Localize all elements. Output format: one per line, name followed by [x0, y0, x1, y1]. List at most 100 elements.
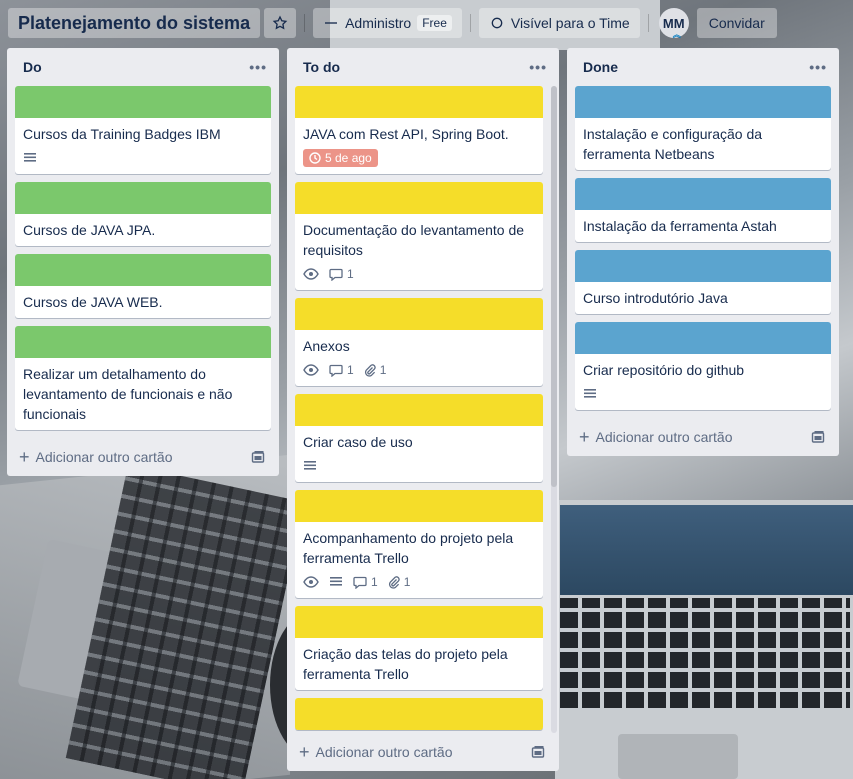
card[interactable] — [295, 698, 543, 730]
team-icon — [323, 15, 339, 31]
avatar[interactable]: MM ︽ — [658, 8, 689, 39]
eye-icon — [303, 364, 319, 376]
card[interactable]: Cursos de JAVA WEB. — [15, 254, 271, 318]
visibility-button[interactable]: Visível para o Time — [478, 8, 640, 38]
comment-count: 1 — [347, 267, 354, 281]
eye-icon — [303, 268, 319, 280]
card-cover — [295, 182, 543, 214]
card-badges — [583, 384, 823, 404]
scrollbar-thumb[interactable] — [551, 86, 557, 488]
card[interactable]: Anexos 1 1 — [295, 298, 543, 386]
card-cover — [575, 322, 831, 354]
card-cover — [295, 298, 543, 330]
more-icon[interactable]: ••• — [529, 59, 547, 75]
visibility-label: Visível para o Time — [510, 15, 630, 31]
header-divider — [469, 14, 471, 32]
card[interactable]: Cursos da Training Badges IBM — [15, 86, 271, 174]
add-card-button[interactable]: + Adicionar outro cartão — [19, 448, 172, 466]
star-button[interactable] — [264, 8, 297, 38]
card-cover — [575, 250, 831, 282]
board-title[interactable]: Platenejamento do sistema — [8, 8, 261, 38]
card-template-icon[interactable] — [251, 450, 265, 464]
card-badges: 1 — [303, 264, 535, 284]
card-cover — [15, 86, 271, 118]
team-button[interactable]: Administro Free — [313, 8, 462, 38]
add-card-row: + Adicionar outro cartão — [567, 418, 839, 456]
card[interactable]: Instalação e configuração da ferramenta … — [575, 86, 831, 170]
card-cover — [15, 182, 271, 214]
card-list: JAVA com Rest API, Spring Boot. 5 de ago… — [287, 86, 559, 733]
card-title: Realizar um detalhamento do levantamento… — [23, 366, 233, 422]
add-card-button[interactable]: + Adicionar outro cartão — [299, 743, 452, 761]
admin-chevron-icon: ︽ — [672, 30, 681, 39]
card-title: Criar repositório do github — [583, 362, 745, 378]
comment-icon — [329, 268, 343, 281]
card[interactable]: Documentação do levantamento de requisit… — [295, 182, 543, 290]
card[interactable]: Acompanhamento do projeto pela ferrament… — [295, 490, 543, 598]
card-title: Cursos da Training Badges IBM — [23, 126, 221, 142]
card-title: Acompanhamento do projeto pela ferrament… — [303, 530, 514, 566]
attachment-badge: 1 — [388, 575, 411, 589]
due-date-badge[interactable]: 5 de ago — [303, 149, 378, 167]
card-cover — [295, 606, 543, 638]
card-template-icon[interactable] — [531, 745, 545, 759]
card-cover — [15, 254, 271, 286]
add-card-row: + Adicionar outro cartão — [7, 438, 279, 476]
description-icon — [23, 151, 37, 165]
card-title: Anexos — [303, 338, 350, 354]
more-icon[interactable]: ••• — [809, 59, 827, 75]
card[interactable]: Criação das telas do projeto pela ferram… — [295, 606, 543, 690]
board-header: Platenejamento do sistema Administro Fre… — [0, 0, 853, 46]
card-title: Cursos de JAVA JPA. — [23, 222, 156, 238]
list-header: Done ••• — [567, 48, 839, 86]
description-icon — [329, 575, 343, 589]
card[interactable]: JAVA com Rest API, Spring Boot. 5 de ago — [295, 86, 543, 174]
comment-badge: 1 — [329, 363, 354, 377]
card-title: Criar caso de uso — [303, 434, 413, 450]
header-divider — [647, 14, 649, 32]
comment-badge: 1 — [329, 267, 354, 281]
card[interactable]: Criar repositório do github — [575, 322, 831, 410]
list-title[interactable]: Do — [23, 59, 42, 75]
card-cover — [575, 86, 831, 118]
invite-button[interactable]: Convidar — [696, 8, 777, 38]
card[interactable]: Curso introdutório Java — [575, 250, 831, 314]
star-icon — [272, 15, 288, 31]
list-header: Do ••• — [7, 48, 279, 86]
card-title: JAVA com Rest API, Spring Boot. — [303, 126, 509, 142]
card-badges — [303, 456, 535, 476]
paperclip-icon — [364, 363, 376, 377]
list-header: To do ••• — [287, 48, 559, 86]
card[interactable]: Instalação da ferramenta Astah — [575, 178, 831, 242]
list-title[interactable]: Done — [583, 59, 618, 75]
add-card-row: + Adicionar outro cartão — [287, 733, 559, 771]
plus-icon: + — [579, 427, 590, 447]
scrollbar[interactable] — [551, 86, 557, 733]
attachment-count: 1 — [403, 575, 411, 589]
card-title: Instalação e configuração da ferramenta … — [583, 126, 763, 162]
comment-icon — [329, 364, 343, 377]
card-template-icon[interactable] — [811, 430, 825, 444]
card-badges: 1 1 — [303, 572, 535, 592]
add-card-label: Adicionar outro cartão — [315, 744, 453, 760]
card-cover — [575, 178, 831, 210]
card-badges: 1 1 — [303, 360, 535, 380]
attachment-badge: 1 — [364, 363, 387, 377]
card-cover — [15, 326, 271, 358]
more-icon[interactable]: ••• — [249, 59, 267, 75]
header-divider — [304, 14, 306, 32]
list-do: Do ••• Cursos da Training Badges IBM Cur… — [7, 48, 279, 476]
card[interactable]: Realizar um detalhamento do levantamento… — [15, 326, 271, 430]
comment-count: 1 — [347, 363, 354, 377]
attachment-count: 1 — [379, 363, 387, 377]
plus-icon: + — [299, 742, 310, 762]
comment-count: 1 — [371, 575, 378, 589]
plus-icon: + — [19, 447, 30, 467]
card[interactable]: Cursos de JAVA JPA. — [15, 182, 271, 246]
card[interactable]: Criar caso de uso — [295, 394, 543, 482]
description-icon — [583, 387, 597, 401]
list-title[interactable]: To do — [303, 59, 340, 75]
card-badges: 5 de ago — [303, 148, 535, 168]
add-card-button[interactable]: + Adicionar outro cartão — [579, 428, 732, 446]
add-card-label: Adicionar outro cartão — [595, 429, 733, 445]
